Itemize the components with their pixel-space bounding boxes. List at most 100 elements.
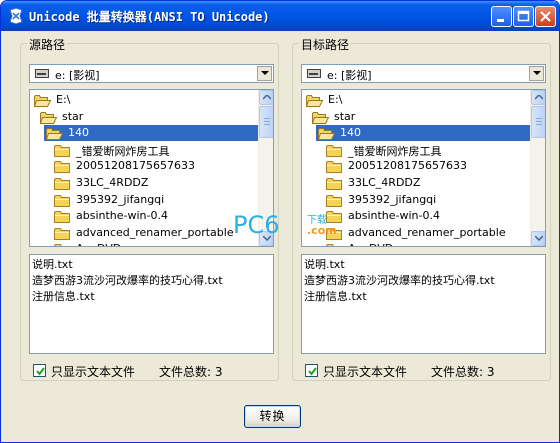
source-path-title: 源路径 — [27, 36, 68, 53]
app-icon — [9, 7, 23, 25]
folder-item[interactable]: AnyDVD — [302, 241, 530, 246]
window-title: Unicode 批量转换器(ANSI TO Unicode) — [29, 10, 270, 24]
folder-item[interactable]: 33LC_4RDDZ — [30, 175, 258, 191]
chevron-down-icon — [261, 71, 269, 75]
folder-item[interactable]: star — [302, 109, 530, 125]
chevron-down-icon — [535, 236, 543, 241]
folder-item[interactable]: advanced_renamer_portable — [302, 225, 530, 241]
app-window: Unicode 批量转换器(ANSI TO Unicode) 源路径 e: [影… — [0, 0, 560, 443]
file-item[interactable]: 注册信息.txt — [32, 288, 95, 304]
folder-icon — [326, 144, 342, 157]
chevron-up-icon — [535, 95, 543, 100]
scroll-down-button[interactable] — [259, 231, 273, 246]
folder-label: star — [62, 109, 84, 123]
folder-label: 33LC_4RDDZ — [76, 176, 149, 189]
source-text-only-option[interactable]: 只显示文本文件 文件总数: 3 — [29, 362, 274, 379]
scroll-thumb[interactable] — [259, 106, 273, 138]
folder-item[interactable]: AnyDVD — [30, 241, 258, 246]
open-folder-icon — [34, 95, 51, 107]
folder-item[interactable]: 20051208175657633 — [30, 158, 258, 174]
folder-icon — [326, 211, 342, 224]
folder-item[interactable]: _错爱断网炸房工具 — [302, 142, 530, 158]
target-folder-list[interactable]: E:\ star 140 _错爱断网炸房工具 20051208175657633 33LC… — [301, 89, 546, 247]
folder-label: E:\ — [56, 93, 71, 106]
client-area: 源路径 e: [影视] E:\ star 140 _错爱断网炸房工具 200512081… — [4, 31, 556, 441]
folder-item[interactable]: star — [30, 109, 258, 125]
file-item[interactable]: 说明.txt — [32, 256, 73, 272]
folder-item[interactable]: 395392_jifangqi — [302, 192, 530, 208]
folder-label: AnyDVD — [347, 242, 394, 246]
maximize-icon — [517, 10, 530, 22]
folder-icon — [326, 194, 342, 207]
minimize-icon — [497, 19, 504, 22]
minimize-button[interactable] — [491, 6, 512, 27]
file-item[interactable]: 说明.txt — [304, 256, 345, 272]
target-path-title: 目标路径 — [299, 36, 352, 53]
target-folder-scrollbar[interactable] — [530, 90, 545, 246]
folder-label: star — [334, 109, 356, 123]
folder-icon — [326, 244, 334, 246]
target-drive-dropdown-button[interactable] — [529, 66, 544, 81]
source-folder-list[interactable]: E:\ star 140 _错爱断网炸房工具 20051208175657633 33LC… — [29, 89, 274, 247]
source-drive-dropdown-button[interactable] — [257, 66, 272, 81]
open-folder-icon — [40, 111, 57, 124]
open-folder-icon — [312, 111, 329, 124]
file-item[interactable]: 造梦西游3流沙河改爆率的技巧心得.txt — [304, 272, 495, 288]
folder-item[interactable]: 33LC_4RDDZ — [302, 175, 530, 191]
folder-icon — [54, 144, 70, 157]
folder-label: absinthe-win-0.4 — [348, 209, 440, 223]
folder-icon — [326, 227, 342, 240]
target-text-only-checkbox[interactable] — [305, 364, 318, 377]
target-path-group: 目标路径 e: [影视] E:\ star 140 _错爱断网炸房工具 20051208… — [292, 36, 551, 381]
target-drive-value: e: [影视] — [327, 69, 372, 82]
folder-item[interactable]: E:\ — [30, 92, 258, 108]
drive-icon — [35, 69, 49, 78]
file-item[interactable]: 造梦西游3流沙河改爆率的技巧心得.txt — [32, 272, 223, 288]
drive-icon — [307, 69, 321, 78]
title-bar[interactable]: Unicode 批量转换器(ANSI TO Unicode) — [1, 1, 559, 31]
scroll-thumb[interactable] — [531, 106, 545, 138]
folder-item[interactable]: 395392_jifangqi — [30, 192, 258, 208]
folder-item-selected[interactable]: 140 — [302, 125, 530, 142]
folder-item[interactable]: absinthe-win-0.4 — [30, 208, 258, 224]
source-drive-value: e: [影视] — [55, 69, 100, 82]
open-folder-icon — [306, 95, 323, 107]
folder-icon — [54, 194, 70, 207]
source-file-list[interactable]: 说明.txt 造梦西游3流沙河改爆率的技巧心得.txt 注册信息.txt — [29, 254, 274, 354]
folder-label: absinthe-win-0.4 — [76, 209, 168, 223]
file-item[interactable]: 注册信息.txt — [304, 288, 367, 304]
folder-item[interactable]: E:\ — [302, 92, 530, 108]
folder-item[interactable]: absinthe-win-0.4 — [302, 208, 530, 224]
chevron-up-icon — [263, 95, 271, 100]
folder-item-selected[interactable]: 140 — [30, 125, 258, 142]
close-icon — [540, 11, 551, 22]
folder-label: AnyDVD — [75, 242, 122, 246]
maximize-button[interactable] — [513, 6, 534, 27]
scroll-down-button[interactable] — [531, 231, 545, 246]
folder-label: _错爱断网炸房工具 — [348, 144, 442, 158]
folder-icon — [54, 244, 62, 246]
convert-button[interactable]: 转换 — [244, 405, 301, 428]
target-file-count: 文件总数: 3 — [431, 365, 495, 379]
folder-label: _错爱断网炸房工具 — [76, 144, 170, 158]
folder-label: 20051208175657633 — [348, 159, 467, 173]
source-path-group: 源路径 e: [影视] E:\ star 140 _错爱断网炸房工具 200512081… — [20, 36, 279, 381]
folder-item[interactable]: advanced_renamer_portable — [30, 225, 258, 241]
source-text-only-label: 只显示文本文件 — [51, 365, 136, 379]
close-button[interactable] — [535, 6, 556, 27]
folder-icon — [326, 161, 342, 174]
source-folder-scrollbar[interactable] — [258, 90, 273, 246]
source-drive-select[interactable]: e: [影视] — [29, 64, 274, 83]
chevron-down-icon — [263, 236, 271, 241]
folder-item[interactable]: 20051208175657633 — [302, 158, 530, 174]
target-text-only-option[interactable]: 只显示文本文件 文件总数: 3 — [301, 362, 546, 379]
folder-icon — [54, 178, 70, 190]
scroll-up-button[interactable] — [531, 90, 545, 105]
checkmark-icon — [308, 367, 317, 376]
folder-item[interactable]: _错爱断网炸房工具 — [30, 142, 258, 158]
target-drive-select[interactable]: e: [影视] — [301, 64, 546, 83]
source-text-only-checkbox[interactable] — [33, 364, 46, 377]
scroll-up-button[interactable] — [259, 90, 273, 105]
source-file-count: 文件总数: 3 — [159, 365, 223, 379]
target-file-list[interactable]: 说明.txt 造梦西游3流沙河改爆率的技巧心得.txt 注册信息.txt — [301, 254, 546, 354]
